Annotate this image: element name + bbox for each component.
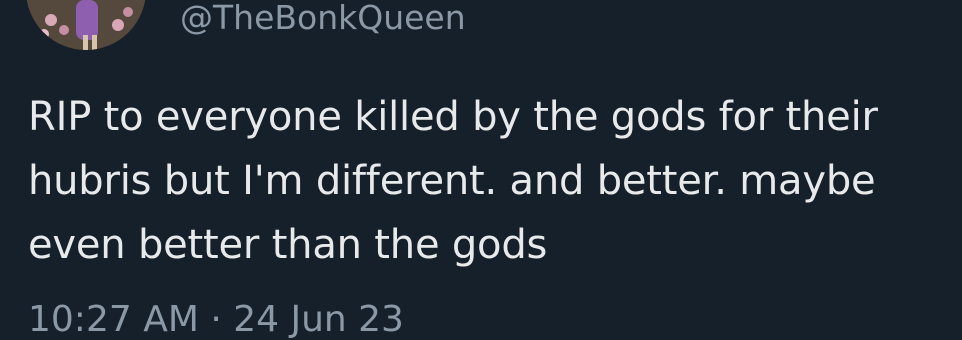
avatar[interactable]: [26, 0, 146, 50]
user-handle[interactable]: @TheBonkQueen: [180, 0, 466, 48]
tweet-text: RIP to everyone killed by the gods for t…: [28, 94, 878, 268]
tweet-timestamp[interactable]: 10:27 AM · 24 Jun 23: [28, 300, 404, 340]
avatar-photo: [26, 0, 146, 50]
